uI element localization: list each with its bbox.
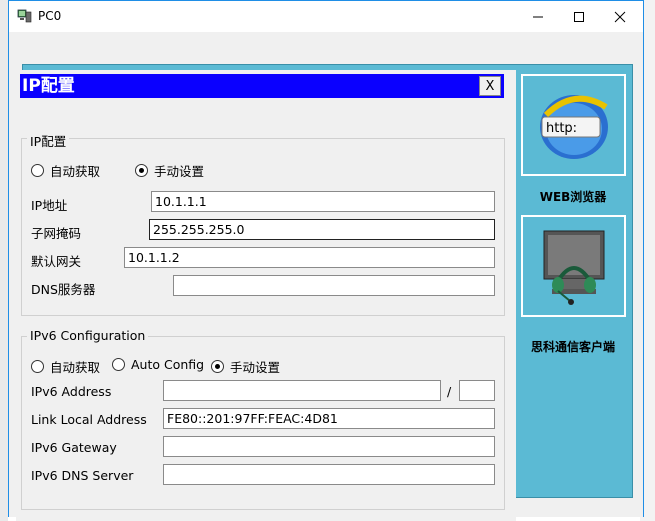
ipv6-prefix-field[interactable]	[459, 380, 495, 401]
ipv6-dns-label: IPv6 DNS Server	[31, 468, 134, 483]
maximize-icon	[574, 11, 584, 22]
close-icon	[614, 11, 626, 22]
web-browser-label[interactable]: WEB浏览器	[512, 188, 634, 205]
ipv6-dhcp-radio[interactable]: 自动获取	[31, 357, 100, 376]
ip-address-field[interactable]: 10.1.1.1	[151, 191, 495, 212]
dialog-close-button[interactable]: X	[479, 76, 501, 96]
radio-checked-icon	[135, 164, 148, 177]
ipv4-static-label: 手动设置	[154, 164, 205, 179]
web-browser-icon: http:	[539, 95, 608, 159]
ipv4-dhcp-label: 自动获取	[50, 164, 101, 179]
ip-address-label: IP地址	[31, 198, 68, 213]
cisco-client-tile[interactable]	[521, 215, 626, 317]
dialog-title: IP配置	[20, 74, 504, 98]
prefix-separator: /	[447, 384, 452, 399]
ipv6-gateway-label: IPv6 Gateway	[31, 440, 117, 455]
ipv4-static-radio[interactable]: 手动设置	[135, 161, 204, 180]
window-body: http: WEB浏览器 思科通信客户端 IP配置 X IP配置 自动获取 手动…	[9, 32, 643, 521]
background-edge-left	[0, 0, 8, 521]
subnet-mask-field[interactable]: 255.255.255.0	[149, 219, 495, 240]
ipv6-static-radio[interactable]: 手动设置	[211, 357, 280, 376]
pc-app-icon	[17, 9, 32, 23]
radio-checked-icon	[211, 360, 224, 373]
ipv4-group-legend: IP配置	[27, 131, 70, 150]
ipv6-address-label: IPv6 Address	[31, 384, 112, 399]
ipv6-dns-field[interactable]	[163, 464, 495, 485]
web-browser-tile[interactable]: http:	[521, 74, 626, 176]
window-close-button[interactable]	[597, 1, 643, 32]
ipv4-dhcp-radio[interactable]: 自动获取	[31, 161, 100, 180]
link-local-field[interactable]: FE80::201:97FF:FEAC:4D81	[163, 408, 495, 429]
dns-server-label: DNS服务器	[31, 282, 96, 297]
window-titlebar[interactable]: PC0	[9, 1, 643, 32]
ipv6-group-legend: IPv6 Configuration	[27, 328, 149, 343]
link-local-label: Link Local Address	[31, 412, 147, 427]
ipv6-autoconfig-radio[interactable]: Auto Config	[112, 357, 204, 372]
ipv6-autoconfig-label: Auto Config	[131, 357, 205, 372]
minimize-button[interactable]	[515, 1, 561, 32]
cisco-client-label[interactable]: 思科通信客户端	[512, 338, 634, 355]
default-gateway-field[interactable]: 10.1.1.2	[124, 247, 495, 268]
ipv6-static-label: 手动设置	[230, 360, 281, 375]
radio-unchecked-icon	[31, 164, 44, 177]
default-gateway-label: 默认网关	[31, 254, 82, 269]
ipv6-gateway-field[interactable]	[163, 436, 495, 457]
ipv6-address-field[interactable]	[163, 380, 441, 401]
maximize-button[interactable]	[556, 1, 602, 32]
ip-config-dialog: IP配置 X IP配置 自动获取 手动设置 IP地址 10.1.1.1 子网掩码…	[16, 70, 516, 521]
window-title: PC0	[38, 9, 62, 23]
radio-unchecked-icon	[112, 358, 125, 371]
ipv6-dhcp-label: 自动获取	[50, 360, 101, 375]
http-icon-text: http:	[546, 121, 577, 136]
dns-server-field[interactable]	[173, 275, 495, 296]
headset-monitor-icon	[543, 230, 604, 305]
pc0-window: PC0 http: WEB浏览器 思科通信客户端 IP配置 X IP配置 自动获…	[8, 0, 644, 521]
subnet-mask-label: 子网掩码	[31, 226, 82, 241]
minimize-icon	[533, 16, 543, 17]
radio-unchecked-icon	[31, 360, 44, 373]
